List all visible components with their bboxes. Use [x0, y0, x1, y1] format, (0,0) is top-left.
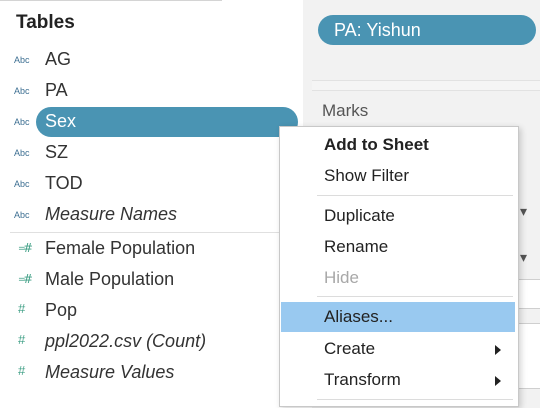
tables-heading: Tables	[16, 12, 75, 33]
menu-item-hide: Hide	[281, 263, 515, 293]
menu-separator	[317, 296, 513, 297]
string-type-icon: Abc	[14, 210, 30, 220]
svg-text:#: #	[23, 241, 32, 254]
string-type-icon: Abc	[14, 117, 30, 127]
field-label: Measure Names	[45, 204, 178, 224]
string-type-icon: Abc	[14, 86, 30, 96]
field-sex[interactable]: Abc Sex	[0, 107, 303, 137]
string-type-icon: Abc	[14, 148, 30, 158]
chevron-down-icon[interactable]: ▾	[520, 203, 527, 220]
number-type-icon: #	[18, 332, 26, 347]
data-pane-top-rule	[0, 0, 222, 1]
field-ppl2022-count[interactable]: # ppl2022.csv (Count)	[0, 327, 303, 357]
field-measure-names[interactable]: Abc Measure Names	[0, 200, 303, 230]
number-type-icon: #	[18, 363, 26, 378]
field-label: TOD	[45, 173, 83, 193]
field-context-menu: Add to Sheet Show Filter Duplicate Renam…	[279, 126, 519, 407]
field-female-population[interactable]: =# Female Population	[0, 234, 303, 264]
string-type-icon: Abc	[14, 179, 30, 189]
menu-item-rename[interactable]: Rename	[281, 232, 515, 262]
submenu-arrow-icon	[495, 345, 501, 355]
menu-item-create[interactable]: Create	[281, 334, 515, 364]
menu-item-show-filter[interactable]: Show Filter	[281, 161, 515, 191]
field-ag[interactable]: Abc AG	[0, 45, 303, 75]
menu-item-label: Aliases...	[324, 307, 393, 326]
field-male-population[interactable]: =# Male Population	[0, 265, 303, 295]
field-label: AG	[45, 49, 72, 69]
submenu-arrow-icon	[495, 376, 501, 386]
field-label: ppl2022.csv (Count)	[45, 331, 207, 351]
menu-item-label: Create	[324, 339, 376, 358]
field-label: SZ	[45, 142, 69, 162]
field-tod[interactable]: Abc TOD	[0, 169, 303, 199]
field-label: Measure Values	[45, 362, 175, 382]
measures-divider	[10, 232, 302, 233]
menu-item-label: Transform	[324, 370, 401, 389]
menu-item-duplicate[interactable]: Duplicate	[281, 201, 515, 231]
menu-item-aliases[interactable]: Aliases...	[281, 302, 515, 332]
data-pane: Tables Abc AG Abc PA Abc Sex Abc SZ Abc …	[0, 0, 303, 407]
menu-item-label: Add to Sheet	[324, 135, 429, 154]
calculated-measure-icon: =#	[18, 240, 42, 257]
field-label: Sex	[45, 111, 77, 131]
menu-item-transform[interactable]: Transform	[281, 365, 515, 395]
menu-item-add-to-sheet[interactable]: Add to Sheet	[281, 130, 515, 160]
menu-item-label: Duplicate	[324, 206, 395, 225]
field-pa[interactable]: Abc PA	[0, 76, 303, 106]
menu-item-label: Hide	[324, 268, 359, 287]
svg-text:#: #	[23, 272, 32, 285]
field-sz[interactable]: Abc SZ	[0, 138, 303, 168]
number-type-icon: #	[18, 301, 26, 316]
field-label: Pop	[45, 300, 78, 320]
field-measure-values[interactable]: # Measure Values	[0, 358, 303, 388]
menu-item-label: Rename	[324, 237, 389, 256]
calculated-measure-icon: =#	[18, 271, 42, 288]
filter-pill-pa[interactable]: PA: Yishun	[318, 15, 536, 45]
chevron-down-icon[interactable]: ▾	[520, 249, 527, 266]
string-type-icon: Abc	[14, 55, 30, 65]
field-pop[interactable]: # Pop	[0, 296, 303, 326]
field-label: Male Population	[45, 269, 175, 289]
field-label: Female Population	[45, 238, 196, 258]
menu-item-label: Show Filter	[324, 166, 410, 185]
menu-separator	[317, 195, 513, 196]
field-label: PA	[45, 80, 68, 100]
filters-card: PA: Yishun	[312, 0, 540, 81]
marks-card-title: Marks	[322, 101, 369, 120]
menu-separator	[317, 399, 513, 400]
